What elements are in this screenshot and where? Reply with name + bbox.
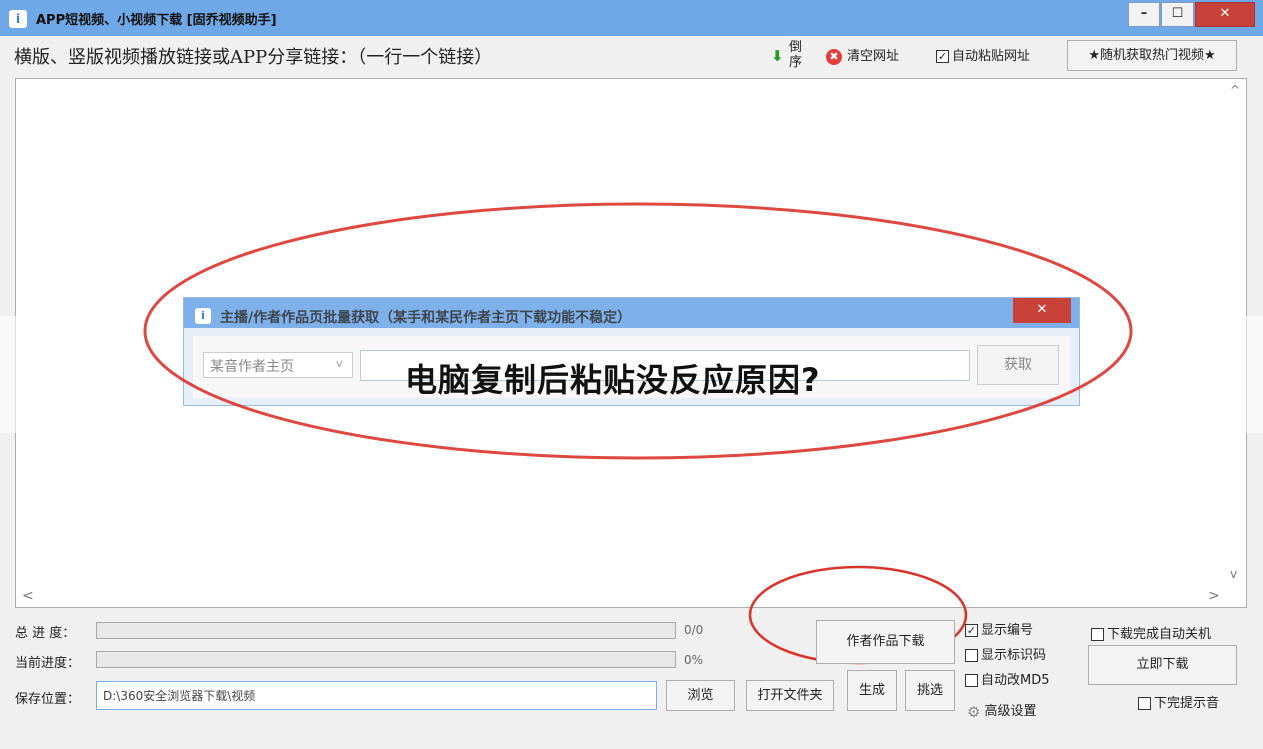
scroll-down-icon[interactable]: v bbox=[1230, 567, 1237, 581]
checkbox-checked-icon: ✓ bbox=[965, 624, 978, 637]
headline-overlay: 电脑复制后粘贴没反应原因? bbox=[405, 361, 821, 399]
arrow-down-icon: ⬇ bbox=[771, 47, 784, 65]
reverse-order-button[interactable]: ⬇ 倒序 bbox=[771, 40, 805, 72]
dialog-app-icon: i bbox=[195, 308, 211, 324]
reverse-order-label: 倒序 bbox=[789, 40, 803, 70]
total-progress-bar bbox=[96, 622, 676, 639]
open-folder-button[interactable]: 打开文件夹 bbox=[746, 680, 834, 711]
browse-button[interactable]: 浏览 bbox=[666, 680, 735, 711]
auto-shutdown-checkbox[interactable]: 下载完成自动关机 bbox=[1091, 623, 1211, 642]
link-input-label: 横版、竖版视频播放链接或APP分享链接：（一行一个链接） bbox=[14, 47, 493, 68]
checkbox-empty-icon bbox=[965, 674, 978, 687]
chevron-down-icon: v bbox=[336, 357, 343, 370]
auto-shutdown-label: 下载完成自动关机 bbox=[1107, 627, 1212, 642]
clear-urls-button[interactable]: ✖ 清空网址 bbox=[826, 45, 899, 65]
show-id-label: 显示标识码 bbox=[981, 648, 1047, 663]
dialog-title: 主播/作者作品页批量获取（某手和某民作者主页下载功能不稳定） bbox=[220, 310, 632, 326]
total-progress-value: 0/0 bbox=[684, 623, 704, 637]
save-path-input[interactable]: D:\360安全浏览器下载\视频 bbox=[96, 681, 657, 710]
current-progress-label: 当前进度： bbox=[15, 656, 81, 671]
close-button[interactable]: ✕ bbox=[1195, 2, 1255, 27]
window-title: APP短视频、小视频下载 [固乔视频助手] bbox=[36, 13, 277, 28]
current-progress-value: 0% bbox=[684, 653, 704, 667]
checkbox-checked-icon: ✓ bbox=[936, 50, 949, 63]
author-download-button[interactable]: 作者作品下载 bbox=[816, 620, 955, 664]
scroll-right-icon[interactable]: > bbox=[1208, 588, 1220, 604]
source-select[interactable]: 某音作者主页 v bbox=[203, 352, 353, 378]
source-select-value: 某音作者主页 bbox=[210, 359, 294, 375]
download-now-button[interactable]: 立即下载 bbox=[1088, 645, 1237, 685]
scroll-up-icon[interactable]: ^ bbox=[1230, 83, 1240, 97]
save-location-label: 保存位置： bbox=[15, 692, 81, 707]
checkbox-empty-icon bbox=[1091, 628, 1104, 641]
app-icon: i bbox=[9, 10, 27, 28]
show-id-checkbox[interactable]: 显示标识码 bbox=[965, 644, 1046, 663]
auto-paste-checkbox[interactable]: ✓ 自动粘贴网址 bbox=[936, 45, 1030, 64]
fetch-button[interactable]: 获取 bbox=[977, 345, 1059, 385]
total-progress-label: 总 进 度： bbox=[15, 626, 76, 641]
title-bar: i APP短视频、小视频下载 [固乔视频助手] – ☐ ✕ bbox=[0, 0, 1263, 36]
current-progress-bar bbox=[96, 651, 676, 668]
clear-icon: ✖ bbox=[826, 48, 842, 65]
gear-icon: ⚙ bbox=[967, 702, 981, 721]
show-number-checkbox[interactable]: ✓ 显示编号 bbox=[965, 619, 1033, 638]
checkbox-empty-icon bbox=[965, 649, 978, 662]
scroll-left-icon[interactable]: < bbox=[22, 588, 34, 604]
dialog-title-bar: i 主播/作者作品页批量获取（某手和某民作者主页下载功能不稳定） ✕ bbox=[184, 298, 1079, 328]
auto-paste-label: 自动粘贴网址 bbox=[952, 49, 1031, 64]
pick-button[interactable]: 挑选 bbox=[905, 670, 955, 711]
advanced-settings-label: 高级设置 bbox=[984, 704, 1037, 719]
generate-button[interactable]: 生成 bbox=[847, 670, 897, 711]
dialog-close-button[interactable]: ✕ bbox=[1013, 298, 1071, 323]
checkbox-empty-icon bbox=[1138, 697, 1151, 710]
completion-sound-checkbox[interactable]: 下完提示音 bbox=[1138, 692, 1219, 711]
advanced-settings-button[interactable]: ⚙ 高级设置 bbox=[967, 700, 1036, 721]
horizontal-scrollbar[interactable]: < > bbox=[16, 587, 1246, 607]
completion-sound-label: 下完提示音 bbox=[1154, 696, 1220, 711]
auto-md5-checkbox[interactable]: 自动改MD5 bbox=[965, 669, 1050, 688]
random-hot-videos-button[interactable]: ★随机获取热门视频★ bbox=[1067, 40, 1237, 71]
auto-md5-label: 自动改MD5 bbox=[981, 673, 1050, 688]
maximize-button[interactable]: ☐ bbox=[1161, 2, 1194, 27]
show-number-label: 显示编号 bbox=[981, 623, 1034, 638]
minimize-button[interactable]: – bbox=[1128, 2, 1160, 27]
clear-urls-label: 清空网址 bbox=[847, 49, 900, 64]
